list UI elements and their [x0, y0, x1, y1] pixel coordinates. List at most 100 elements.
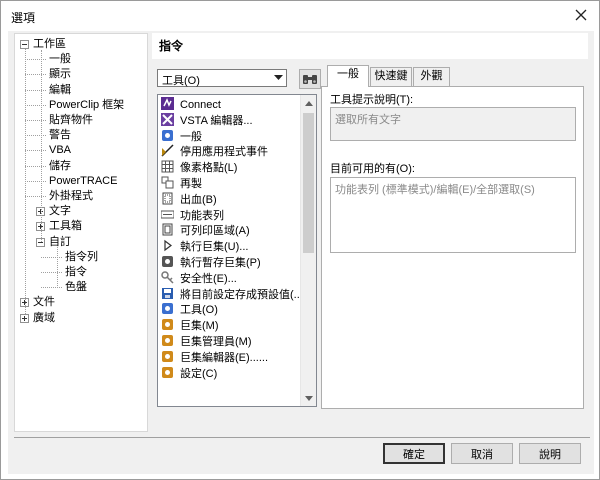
general-icon — [161, 129, 174, 142]
command-category-dropdown[interactable]: 工具(O) — [157, 69, 287, 87]
tree-connector — [41, 272, 62, 273]
command-item[interactable]: 再製 — [161, 176, 202, 192]
find-button[interactable] — [299, 69, 321, 89]
tree-connector — [25, 74, 46, 76]
options-dialog: 選項 工作區 一般 顯示 編輯 PowerClip 框架 貼齊物件 警告 VBA 儲存 Power… — [0, 0, 600, 480]
close-button[interactable] — [571, 5, 591, 25]
tree-item[interactable]: 色盤 — [65, 280, 87, 295]
tree-item-label: 貼齊物件 — [49, 114, 93, 126]
tab-0[interactable]: 一般 — [327, 65, 369, 87]
command-item[interactable]: Connect — [161, 97, 221, 113]
tree-item-label: 文字 — [49, 205, 71, 218]
title-bar[interactable]: 選項 — [1, 1, 599, 31]
tree-item[interactable]: 顯示 — [49, 67, 71, 82]
command-item[interactable]: 停用應用程式事件 — [161, 144, 268, 160]
tree-item[interactable]: 自訂 — [49, 235, 71, 250]
dropdown-value: 工具(O) — [162, 75, 200, 87]
tree-item[interactable]: 廣域 — [33, 311, 55, 326]
tree-item-label: 顯示 — [49, 68, 71, 81]
help-button[interactable]: 說明 — [519, 443, 581, 464]
settings-icon — [161, 366, 174, 379]
tree-item[interactable]: 文字 — [49, 204, 71, 219]
tab-1[interactable]: 快速鍵 — [370, 67, 412, 86]
command-item[interactable]: 一般 — [161, 129, 202, 145]
options-tree[interactable]: 工作區一般顯示編輯 PowerClip 框架 貼齊物件警告 VBA 儲存 PowerTRA… — [14, 33, 148, 432]
command-item-label: 將目前設定存成預設值(... — [180, 288, 303, 301]
command-item[interactable]: 設定(C) — [161, 366, 217, 382]
cancel-button[interactable]: 取消 — [451, 443, 513, 464]
ok-button[interactable]: 確定 — [383, 443, 445, 464]
command-item-label: 出血(B) — [180, 193, 217, 206]
collapse-icon[interactable] — [20, 40, 29, 49]
tree-item-label: VBA — [49, 144, 72, 157]
tree-item-label: 警告 — [49, 129, 71, 142]
tree-item[interactable]: 儲存 — [49, 159, 71, 174]
tree-item[interactable]: 工具箱 — [49, 219, 82, 234]
tree-connector — [25, 120, 46, 121]
tree-item[interactable]: 一般 — [49, 52, 71, 67]
command-item-label: 再製 — [180, 178, 202, 190]
command-item[interactable]: 功能表列 — [160, 208, 224, 224]
tree-item[interactable]: 指令 — [65, 265, 87, 280]
scroll-thumb[interactable] — [303, 113, 314, 253]
command-item[interactable]: 將目前設定存成預設值(... — [161, 287, 303, 303]
macro-editor-icon — [161, 350, 174, 363]
available-label: 目前可用的有(O): — [330, 163, 415, 175]
tree-item[interactable]: 編輯 — [49, 83, 71, 98]
window-title: 選項 — [11, 11, 36, 25]
disable-events-icon — [161, 144, 174, 157]
connect-icon — [161, 97, 174, 110]
tree-item[interactable]: 貼齊物件 — [49, 113, 93, 128]
tree-item-label: 外掛程式 — [49, 190, 93, 202]
command-item-label: 執行暫存巨集(P) — [180, 257, 261, 269]
tab-panel-general: 工具提示說明(T): 選取所有文字 目前可用的有(O): 功能表列 (標準模式)… — [321, 86, 584, 409]
expand-icon[interactable] — [20, 313, 29, 323]
command-item[interactable]: 巨集編輯器(E)...... — [161, 350, 268, 366]
command-item-label: Connect — [180, 99, 221, 111]
tree-item-label: 一般 — [49, 53, 71, 66]
tree-item[interactable]: 警告 — [49, 128, 71, 143]
printable-area-icon — [161, 223, 174, 236]
save-default-icon — [161, 287, 174, 300]
tree-item[interactable]: 外掛程式 — [49, 189, 93, 204]
run-temp-macro-icon — [161, 255, 174, 268]
command-item[interactable]: 安全性(E)... — [161, 271, 237, 287]
command-item[interactable]: 出血(B) — [161, 192, 217, 208]
command-list[interactable]: Connect VSTA 編輯器... 一般 停用應用程式事件 像素格點(L) 再製出血(… — [157, 94, 317, 407]
tooltip-field[interactable]: 選取所有文字 — [330, 107, 576, 141]
tree-connector — [25, 135, 46, 137]
tree-item[interactable]: 工作區 — [33, 37, 66, 52]
command-list-scrollbar[interactable] — [300, 95, 316, 406]
button-separator — [14, 437, 590, 438]
tree-item-label: PowerTRACE — [49, 174, 118, 187]
tree-item[interactable]: 文件 — [33, 295, 55, 310]
tooltip-label: 工具提示說明(T): — [330, 94, 414, 106]
command-item[interactable]: VSTA 編輯器... — [161, 112, 253, 129]
command-item[interactable]: 可列印區域(A) — [161, 223, 250, 239]
menubar-icon — [160, 208, 175, 221]
command-item[interactable]: 巨集管理員(M) — [161, 334, 252, 350]
bleed-icon — [161, 192, 174, 205]
tab-2[interactable]: 外觀 — [413, 67, 450, 86]
command-item[interactable]: 執行暫存巨集(P) — [161, 255, 261, 271]
tree-item[interactable]: PowerClip 框架 — [49, 98, 124, 113]
tree-item[interactable]: VBA — [49, 143, 71, 158]
tree-item[interactable]: PowerTRACE — [49, 174, 117, 189]
scroll-down-icon[interactable] — [301, 390, 316, 406]
command-item[interactable]: 執行巨集(U)... — [161, 239, 248, 255]
tree-item-label: 指令 — [65, 266, 87, 278]
tree-item-label: 指令列 — [65, 250, 98, 263]
tree-item-label: 自訂 — [49, 235, 71, 248]
scroll-up-icon[interactable] — [301, 95, 316, 111]
command-item[interactable]: 工具(O) — [161, 302, 218, 318]
tree-connector — [25, 89, 46, 91]
security-key-icon — [161, 271, 174, 284]
binoculars-icon — [303, 75, 317, 84]
tree-connector — [25, 150, 46, 152]
tree-item-label: 文件 — [33, 296, 55, 309]
available-field[interactable]: 功能表列 (標準模式)/編輯(E)/全部選取(S) — [330, 177, 576, 253]
command-item[interactable]: 像素格點(L) — [161, 160, 237, 176]
tree-item-label: 工作區 — [33, 38, 66, 50]
tree-item[interactable]: 指令列 — [65, 250, 98, 265]
command-item[interactable]: 巨集(M) — [161, 318, 219, 334]
